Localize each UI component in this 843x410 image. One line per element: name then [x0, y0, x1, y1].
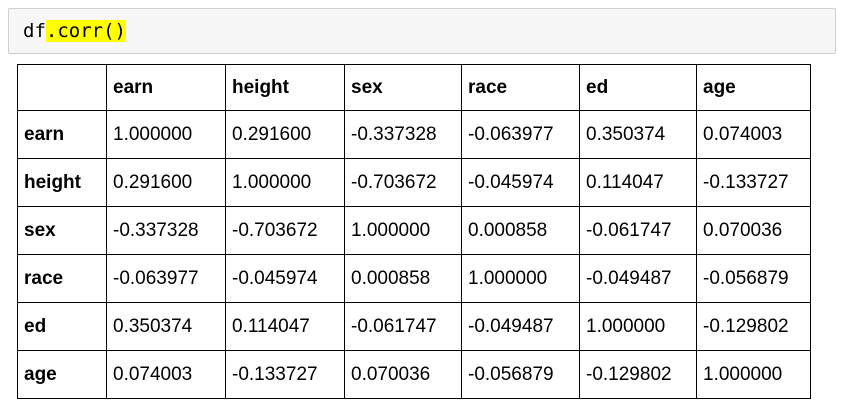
table-cell: -0.049487 [461, 302, 580, 351]
row-label: ed [17, 302, 107, 351]
table-cell: 0.114047 [579, 158, 697, 207]
table-row: earn 1.000000 0.291600 -0.337328 -0.0639… [17, 110, 811, 159]
table-row: height 0.291600 1.000000 -0.703672 -0.04… [17, 158, 811, 207]
code-input-cell[interactable]: df.corr() [8, 8, 836, 54]
table-cell: 1.000000 [344, 206, 462, 255]
table-cell: -0.129802 [696, 302, 811, 351]
table-cell: -0.337328 [106, 206, 226, 255]
table-cell: -0.133727 [696, 158, 811, 207]
table-cell: -0.049487 [579, 254, 697, 303]
table-cell: -0.703672 [225, 206, 345, 255]
table-cell: 0.114047 [225, 302, 345, 351]
table-cell: -0.045974 [225, 254, 345, 303]
table-cell: 0.291600 [106, 158, 226, 207]
table-cell: -0.129802 [579, 350, 697, 399]
table-cell: -0.056879 [461, 350, 580, 399]
column-header: earn [106, 64, 226, 111]
row-label: sex [17, 206, 107, 255]
table-cell: -0.061747 [344, 302, 462, 351]
table-cell: 0.074003 [106, 350, 226, 399]
row-label: earn [17, 110, 107, 159]
code-line: df.corr() [23, 20, 126, 42]
table-row: age 0.074003 -0.133727 0.070036 -0.05687… [17, 350, 811, 399]
table-cell: -0.703672 [344, 158, 462, 207]
table-cell: 0.070036 [344, 350, 462, 399]
table-cell: 0.350374 [106, 302, 226, 351]
column-header: ed [579, 64, 697, 111]
table-cell: -0.063977 [106, 254, 226, 303]
table-cell: 1.000000 [225, 158, 345, 207]
table-cell: 0.350374 [579, 110, 697, 159]
table-row: ed 0.350374 0.114047 -0.061747 -0.049487… [17, 302, 811, 351]
column-header: age [696, 64, 811, 111]
row-label: height [17, 158, 107, 207]
table-cell: 1.000000 [461, 254, 580, 303]
table-cell: -0.063977 [461, 110, 580, 159]
column-header: sex [344, 64, 462, 111]
table-cell: 0.000858 [461, 206, 580, 255]
column-header [17, 64, 107, 111]
column-header: race [461, 64, 580, 111]
table-cell: -0.337328 [344, 110, 462, 159]
table-cell: 0.070036 [696, 206, 811, 255]
table-cell: 1.000000 [696, 350, 811, 399]
row-label: age [17, 350, 107, 399]
table-row: race -0.063977 -0.045974 0.000858 1.0000… [17, 254, 811, 303]
table-cell: -0.061747 [579, 206, 697, 255]
row-label: race [17, 254, 107, 303]
code-highlighted: .corr() [45, 20, 126, 42]
table-cell: -0.045974 [461, 158, 580, 207]
code-prefix: df [23, 20, 46, 42]
table-cell: 0.291600 [225, 110, 345, 159]
table-cell: -0.133727 [225, 350, 345, 399]
table-cell: 0.000858 [344, 254, 462, 303]
table-header-row: earn height sex race ed age [17, 64, 811, 111]
correlation-table: earn height sex race ed age earn 1.00000… [17, 64, 811, 399]
column-header: height [225, 64, 345, 111]
table-cell: 0.074003 [696, 110, 811, 159]
table-row: sex -0.337328 -0.703672 1.000000 0.00085… [17, 206, 811, 255]
table-cell: -0.056879 [696, 254, 811, 303]
table-cell: 1.000000 [106, 110, 226, 159]
table-cell: 1.000000 [579, 302, 697, 351]
